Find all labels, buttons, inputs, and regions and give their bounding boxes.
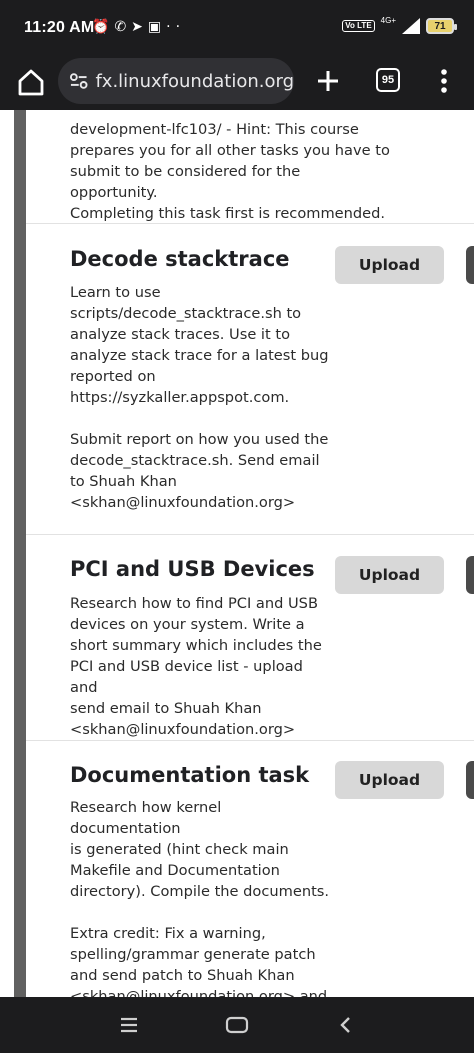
- signal-icon: [402, 18, 420, 34]
- volte-icon: Vo LTE: [342, 20, 375, 32]
- task-title: Documentation task: [70, 763, 310, 787]
- page-content: development-lfc103/ - Hint: This course …: [0, 110, 474, 997]
- battery-icon: 71: [426, 18, 457, 34]
- status-time: 11:20 AM: [24, 19, 95, 36]
- alarm-icon: ⏰: [92, 19, 115, 35]
- tab-count: 95: [381, 74, 395, 86]
- task-description: Learn to use scripts/decode_stacktrace.s…: [70, 284, 329, 511]
- more-menu-icon[interactable]: [432, 66, 456, 96]
- home-nav-icon[interactable]: [225, 1015, 249, 1035]
- left-accent-bar: [14, 110, 26, 997]
- task-description: Research how kernel documentation is gen…: [70, 799, 330, 997]
- card-divider: [26, 534, 474, 535]
- task-title: Decode stacktrace: [70, 247, 290, 271]
- site-settings-icon[interactable]: [68, 70, 89, 92]
- tab-switcher-button[interactable]: 95: [376, 68, 400, 92]
- system-status: Vo LTE 4G+ 71: [342, 15, 457, 34]
- battery-level: 71: [434, 20, 446, 32]
- recents-icon[interactable]: [119, 1015, 139, 1035]
- task-description: Research how to find PCI and USB devices…: [70, 595, 322, 738]
- secondary-button[interactable]: [466, 246, 474, 284]
- more-dots-icon: ··: [166, 19, 186, 35]
- telegram-icon: ➤: [131, 19, 148, 35]
- back-icon[interactable]: [338, 1015, 352, 1035]
- secondary-button[interactable]: [466, 761, 474, 799]
- network-type: 4G+: [380, 15, 396, 25]
- notification-icons: ⏰✆➤▣··: [92, 19, 185, 35]
- card-divider: [26, 740, 474, 741]
- system-nav-bar: [0, 997, 474, 1053]
- address-bar[interactable]: fx.linuxfoundation.org: [58, 58, 294, 104]
- upload-button[interactable]: Upload: [335, 761, 444, 799]
- browser-toolbar: fx.linuxfoundation.org 95: [0, 56, 474, 110]
- secondary-button[interactable]: [466, 556, 474, 594]
- card-divider: [26, 223, 474, 224]
- url-text[interactable]: fx.linuxfoundation.org: [95, 71, 294, 92]
- upload-button[interactable]: Upload: [335, 246, 444, 284]
- status-bar: 11:20 AM ⏰✆➤▣·· Vo LTE 4G+ 71: [0, 0, 474, 56]
- home-icon[interactable]: [14, 65, 48, 99]
- task-description: development-lfc103/ - Hint: This course …: [70, 121, 390, 222]
- whatsapp-icon: ✆: [114, 19, 132, 35]
- new-tab-icon[interactable]: [311, 64, 345, 98]
- train-icon: ▣: [147, 19, 167, 35]
- upload-button[interactable]: Upload: [335, 556, 444, 594]
- task-title: PCI and USB Devices: [70, 557, 315, 581]
